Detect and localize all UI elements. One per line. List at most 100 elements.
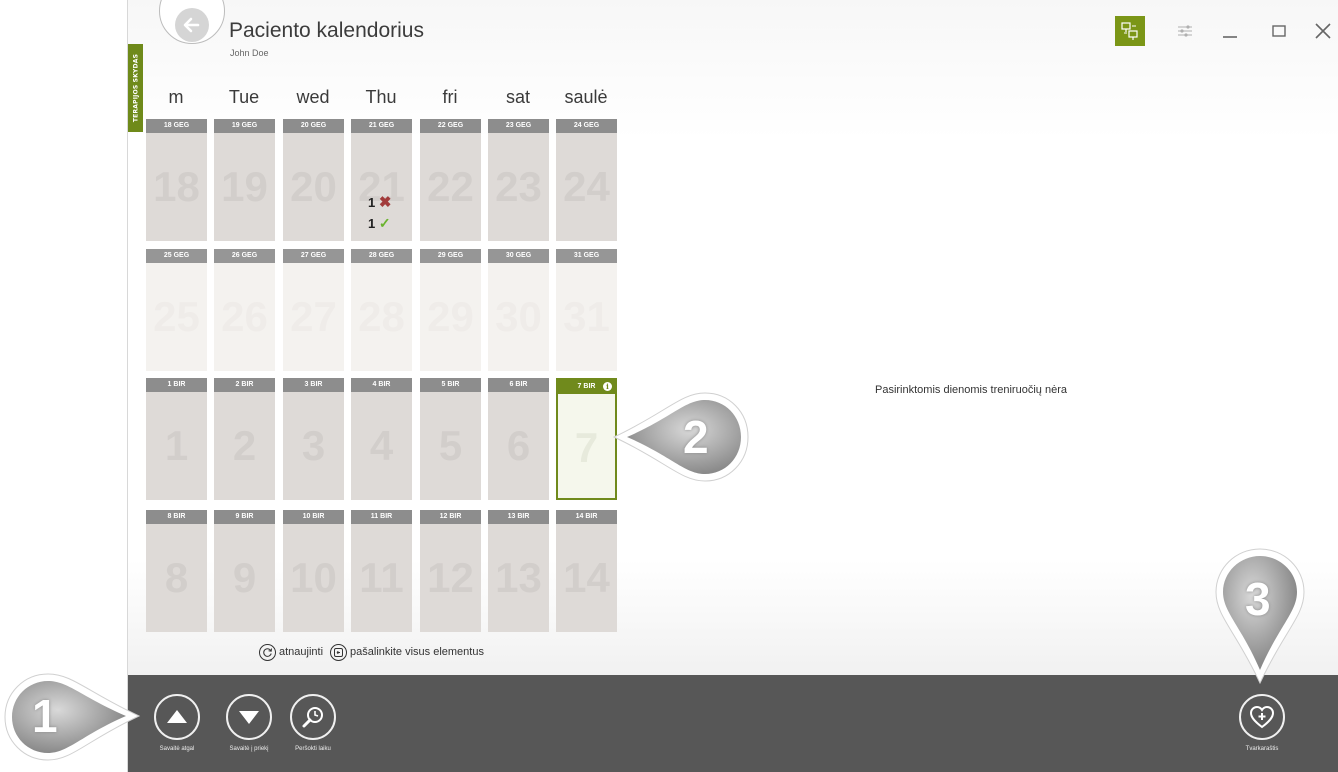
- calendar-day[interactable]: 24 GEG 24: [556, 119, 617, 241]
- calendar-day-selected[interactable]: 7 BIR i 7: [556, 378, 617, 500]
- day-date-text: 5 BIR: [441, 381, 460, 388]
- refresh-icon[interactable]: [259, 643, 276, 661]
- calendar-day[interactable]: 22 GEG 22: [420, 119, 481, 241]
- calendar-day[interactable]: 31 GEG 31: [556, 249, 617, 371]
- calendar-day[interactable]: 18 GEG 18: [146, 119, 207, 241]
- empty-workouts-message: Pasirinktomis dienomis treniruočių nėra: [875, 384, 1067, 396]
- calendar-day[interactable]: 6 BIR 6: [488, 378, 549, 500]
- week-back-button[interactable]: Savaitė atgal: [152, 694, 202, 752]
- triangle-up-icon: [154, 694, 200, 740]
- remove-all-icon[interactable]: [330, 643, 348, 661]
- day-date-text: 14 BIR: [575, 513, 598, 520]
- day-date-label: 2 BIR: [214, 378, 275, 392]
- day-date-text: 22 GEG: [437, 122, 464, 129]
- day-date-label: 14 BIR: [556, 510, 617, 524]
- back-arrow-icon: [175, 8, 209, 42]
- week-forward-button[interactable]: Savaitė į priekį: [224, 694, 274, 752]
- calendar-day[interactable]: 10 BIR 10: [283, 510, 344, 632]
- calendar-day[interactable]: 19 GEG 19: [214, 119, 275, 241]
- day-date-label: 21 GEG: [351, 119, 412, 133]
- failed-sessions-stat: 1 ✖: [368, 193, 391, 211]
- calendar-day[interactable]: 14 BIR 14: [556, 510, 617, 632]
- day-date-label: 29 GEG: [420, 249, 481, 263]
- search-clock-icon: [290, 694, 336, 740]
- app-window: TERAPIJOS SKYDAS Paciento kalendorius Jo…: [127, 0, 1338, 772]
- day-date-text: 9 BIR: [235, 513, 254, 520]
- jump-time-button[interactable]: Peršokti laiku: [288, 694, 338, 752]
- day-date-text: 31 GEG: [573, 252, 600, 259]
- callout-marker-2: 2: [611, 390, 751, 484]
- calendar-day[interactable]: 20 GEG 20: [283, 119, 344, 241]
- calendar-day[interactable]: 1 BIR 1: [146, 378, 207, 500]
- refresh-link[interactable]: atnaujinti: [279, 646, 323, 658]
- day-date-label: 26 GEG: [214, 249, 275, 263]
- jump-time-label: Peršokti laiku: [295, 746, 331, 752]
- calendar-day[interactable]: 28 GEG 28: [351, 249, 412, 371]
- calendar-day[interactable]: 4 BIR 4: [351, 378, 412, 500]
- day-number-watermark: 10: [290, 554, 337, 601]
- day-date-label: 28 GEG: [351, 249, 412, 263]
- day-number-watermark: 23: [495, 163, 542, 210]
- calendar-day[interactable]: 26 GEG 26: [214, 249, 275, 371]
- day-date-label: 5 BIR: [420, 378, 481, 392]
- calendar-day[interactable]: 2 BIR 2: [214, 378, 275, 500]
- failed-count: 1: [368, 195, 376, 210]
- day-date-label: 4 BIR: [351, 378, 412, 392]
- close-icon[interactable]: [1308, 16, 1338, 46]
- therapy-panel-tab[interactable]: TERAPIJOS SKYDAS: [128, 44, 143, 132]
- calendar-day[interactable]: 12 BIR 12: [420, 510, 481, 632]
- day-date-label: 19 GEG: [214, 119, 275, 133]
- weekday-label: Tue: [228, 87, 260, 107]
- day-number-watermark: 2: [232, 422, 257, 469]
- day-date-label: 3 BIR: [283, 378, 344, 392]
- weekday-label: Thu: [365, 87, 397, 107]
- calendar-day[interactable]: 9 BIR 9: [214, 510, 275, 632]
- day-date-label: 20 GEG: [283, 119, 344, 133]
- day-date-text: 21 GEG: [368, 122, 395, 129]
- day-date-text: 20 GEG: [300, 122, 327, 129]
- maximize-icon[interactable]: [1264, 16, 1294, 46]
- calendar-day[interactable]: 5 BIR 5: [420, 378, 481, 500]
- completed-count: 1: [368, 216, 376, 231]
- day-date-text: 7 BIR: [577, 383, 596, 390]
- day-number-watermark: 11: [359, 554, 404, 601]
- calendar-day[interactable]: 13 BIR 13: [488, 510, 549, 632]
- triangle-down-icon: [226, 694, 272, 740]
- settings-sliders-icon[interactable]: [1170, 16, 1200, 46]
- patient-name: John Doe: [230, 48, 269, 58]
- day-date-text: 29 GEG: [437, 252, 464, 259]
- calendar-day[interactable]: 21 GEG 21 1 ✖ 1 ✓: [351, 119, 412, 241]
- day-number-watermark: 25: [153, 293, 200, 340]
- calendar-day[interactable]: 25 GEG 25: [146, 249, 207, 371]
- back-button[interactable]: [159, 0, 225, 44]
- calendar-day[interactable]: 8 BIR 8: [146, 510, 207, 632]
- day-date-label: 11 BIR: [351, 510, 412, 524]
- day-number-watermark: 29: [427, 293, 474, 340]
- calendar-day[interactable]: 29 GEG 29: [420, 249, 481, 371]
- weekday-label: wed: [296, 87, 330, 107]
- day-number-watermark: 20: [290, 163, 337, 210]
- callout-marker-3: 3: [1213, 546, 1307, 686]
- calendar-day[interactable]: 3 BIR 3: [283, 378, 344, 500]
- day-date-label: 18 GEG: [146, 119, 207, 133]
- day-date-text: 24 GEG: [573, 122, 600, 129]
- day-date-text: 1 BIR: [167, 381, 186, 388]
- day-date-label: 27 GEG: [283, 249, 344, 263]
- day-number-watermark: 12: [427, 554, 474, 601]
- weekday-label: saulė: [564, 87, 608, 107]
- day-date-text: 13 BIR: [507, 513, 530, 520]
- page-title: Paciento kalendorius: [229, 19, 424, 42]
- minimize-icon[interactable]: [1215, 16, 1245, 46]
- day-number-watermark: 14: [563, 554, 610, 601]
- schedule-button[interactable]: Tvarkaraštis: [1237, 694, 1287, 752]
- day-date-text: 27 GEG: [300, 252, 327, 259]
- monitors-icon[interactable]: [1115, 16, 1145, 46]
- checkmark-icon: ✓: [378, 215, 391, 231]
- calendar-day[interactable]: 23 GEG 23: [488, 119, 549, 241]
- schedule-label: Tvarkaraštis: [1245, 746, 1279, 752]
- calendar-day[interactable]: 27 GEG 27: [283, 249, 344, 371]
- calendar-day[interactable]: 11 BIR 11: [351, 510, 412, 632]
- day-date-label: 7 BIR i: [558, 380, 615, 394]
- remove-all-link[interactable]: pašalinkite visus elementus: [350, 646, 484, 658]
- calendar-day[interactable]: 30 GEG 30: [488, 249, 549, 371]
